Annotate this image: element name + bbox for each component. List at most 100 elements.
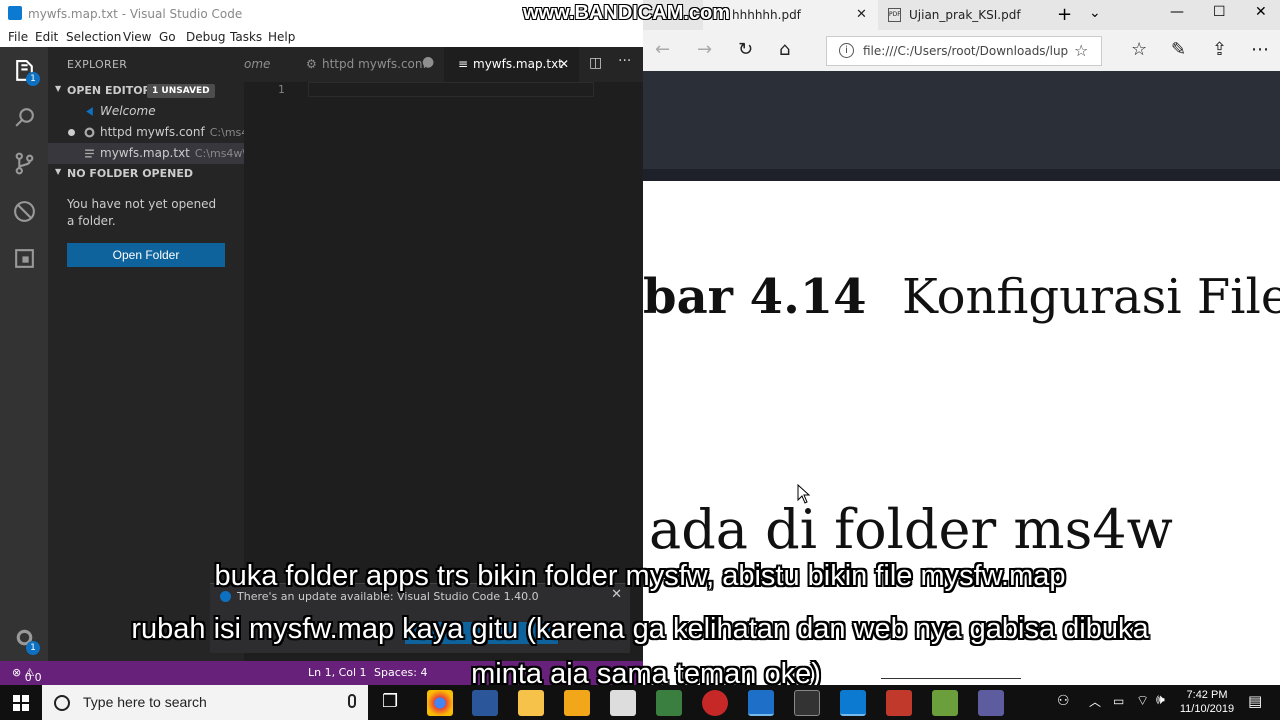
tab-httpd-mywfs-conf[interactable]: ⚙ httpd mywfs.conf ● [296, 47, 444, 82]
people-icon[interactable]: ⚇ [1057, 693, 1070, 709]
menu-debug[interactable]: Debug [186, 30, 225, 44]
line-number: 1 [278, 83, 285, 96]
open-editors-section[interactable]: ▼ OPEN EDITORS 1 UNSAVED [48, 79, 244, 101]
figure-caption: Konfigurasi File [902, 269, 1280, 325]
tab-welcome[interactable]: ome [244, 47, 296, 82]
tab-label: Ujian_prak_KSI.pdf [909, 8, 1021, 22]
subtitle-line-1: buka folder apps trs bikin folder mysfw,… [214, 560, 1066, 592]
editor-tabs: ome ⚙ httpd mywfs.conf ● ≡ mywfs.map.txt… [244, 47, 643, 82]
pdf-page: bar 4.14 Konfigurasi File ada di folder … [643, 181, 1280, 685]
pdf-page-top-screenshot [643, 71, 1280, 181]
wifi-icon[interactable]: ⌔ [1136, 692, 1149, 710]
more-actions-icon[interactable]: ··· [618, 53, 631, 69]
close-window-icon[interactable]: ✕ [1255, 4, 1267, 20]
vscode-logo-icon [8, 6, 22, 20]
address-bar[interactable]: i file:///C:/Users/root/Downloads/luphl … [826, 36, 1102, 66]
mail-app-icon[interactable] [610, 690, 636, 716]
tab-label: ome [244, 57, 271, 71]
edge-app-icon[interactable] [748, 690, 774, 716]
tab-label: httpd mywfs.conf [322, 57, 427, 71]
unsaved-dot-icon [68, 129, 75, 136]
menu-edit[interactable]: Edit [35, 30, 58, 44]
explorer-badge: 1 [26, 72, 40, 86]
bandicam-watermark: www.BANDICAM.com [523, 2, 731, 24]
vscode-app-icon[interactable] [840, 690, 866, 716]
app-icon[interactable] [886, 690, 912, 716]
split-editor-icon[interactable]: ◫ [589, 55, 602, 71]
gear-file-icon [84, 127, 95, 138]
open-editor-entry: mywfs.map.txt C:\ms4w\a... [100, 146, 244, 160]
collapse-chevron-icon: ▼ [55, 167, 62, 176]
refresh-icon[interactable]: ↻ [738, 39, 753, 60]
windows-start-icon[interactable] [13, 695, 29, 711]
taskbar-search-box[interactable]: Type here to search [42, 685, 368, 720]
store-app-icon[interactable] [564, 690, 590, 716]
open-editor-entry: httpd mywfs.conf C:\ms4... [100, 125, 244, 139]
tab-ujian-prak-ksi[interactable]: PDF Ujian_prak_KSI.pdf [880, 0, 1048, 30]
chevron-down-icon[interactable]: ⌄ [1089, 5, 1101, 21]
pdf-body-text: ada di folder ms4w [649, 498, 1173, 561]
open-editors-label: OPEN EDITORS [67, 84, 159, 97]
record-app-icon[interactable] [702, 690, 728, 716]
menu-view[interactable]: View [123, 30, 151, 44]
menu-tasks[interactable]: Tasks [230, 30, 262, 44]
file-explorer-app-icon[interactable] [518, 690, 544, 716]
clock-date: 11/10/2019 [1179, 703, 1235, 715]
open-editor-welcome[interactable]: Welcome [48, 101, 244, 122]
open-folder-button[interactable]: Open Folder [67, 243, 225, 267]
vscode-file-icon [86, 107, 93, 116]
tab-mywfs-map[interactable]: ≡ mywfs.map.txt ✕ [444, 47, 579, 82]
open-editor-mywfs-map[interactable]: mywfs.map.txt C:\ms4w\a... [48, 143, 244, 164]
cortana-icon [54, 695, 70, 711]
taskbar-clock[interactable]: 7:42 PM 11/10/2019 [1172, 688, 1242, 716]
app-icon[interactable] [932, 690, 958, 716]
favorites-list-icon[interactable]: ☆ [1131, 39, 1147, 60]
extensions-icon[interactable] [12, 246, 37, 271]
menu-file[interactable]: File [8, 30, 28, 44]
menu-selection[interactable]: Selection [66, 30, 121, 44]
notification-center-icon[interactable]: ▤ [1248, 692, 1262, 710]
pdf-icon: PDF [888, 8, 901, 22]
open-editor-name: Welcome [100, 104, 156, 118]
pen-icon[interactable]: ✎ [1171, 39, 1186, 60]
browser-toolbar: ← → ↻ ⌂ i file:///C:/Users/root/Download… [643, 30, 1280, 71]
unsaved-dot-icon[interactable]: ● [422, 54, 434, 70]
open-editor-httpd[interactable]: httpd mywfs.conf C:\ms4... [48, 122, 244, 143]
app-icon[interactable] [978, 690, 1004, 716]
collapse-chevron-icon: ▼ [55, 84, 62, 93]
back-arrow-icon[interactable]: ← [655, 39, 670, 60]
current-line-highlight [308, 82, 594, 97]
forward-arrow-icon[interactable]: → [697, 39, 712, 60]
source-control-icon[interactable] [12, 151, 37, 176]
figure-label: bar 4.14 [643, 269, 867, 325]
word-app-icon[interactable] [472, 690, 498, 716]
favorite-star-icon[interactable]: ☆ [1074, 41, 1088, 60]
no-folder-section[interactable]: ▼ NO FOLDER OPENED [48, 162, 244, 184]
task-view-icon[interactable]: ❐ [382, 691, 398, 712]
chrome-app-icon[interactable] [427, 690, 453, 716]
browser-tab-strip: hhhhhh.pdf ✕ PDF Ujian_prak_KSI.pdf + ⌄ … [643, 0, 1280, 30]
open-editor-name: httpd mywfs.conf [100, 125, 205, 139]
text-file-icon [85, 149, 94, 158]
share-icon[interactable]: ⇪ [1212, 39, 1227, 60]
maximize-icon[interactable]: ☐ [1213, 4, 1226, 20]
terminal-app-icon[interactable] [794, 690, 820, 716]
home-icon[interactable]: ⌂ [779, 39, 790, 60]
tab-label: hhhhhh.pdf [732, 8, 801, 22]
volume-icon[interactable]: 🕪 [1156, 692, 1165, 708]
new-tab-icon[interactable]: + [1057, 4, 1072, 25]
battery-icon[interactable]: ▭ [1113, 694, 1124, 708]
explorer-header: EXPLORER [67, 58, 128, 71]
menu-help[interactable]: Help [268, 30, 295, 44]
chevron-up-icon[interactable]: ︿ [1089, 693, 1101, 710]
close-icon[interactable]: ✕ [559, 57, 569, 71]
close-icon[interactable]: ✕ [856, 7, 867, 22]
search-icon[interactable] [12, 105, 37, 130]
more-icon[interactable]: ⋯ [1251, 39, 1269, 60]
microphone-icon[interactable] [348, 694, 356, 708]
menu-go[interactable]: Go [159, 30, 176, 44]
qgis-app-icon[interactable] [656, 690, 682, 716]
text-file-icon: ≡ [458, 57, 469, 71]
debug-icon[interactable] [12, 199, 37, 224]
minimize-icon[interactable]: — [1170, 4, 1184, 20]
